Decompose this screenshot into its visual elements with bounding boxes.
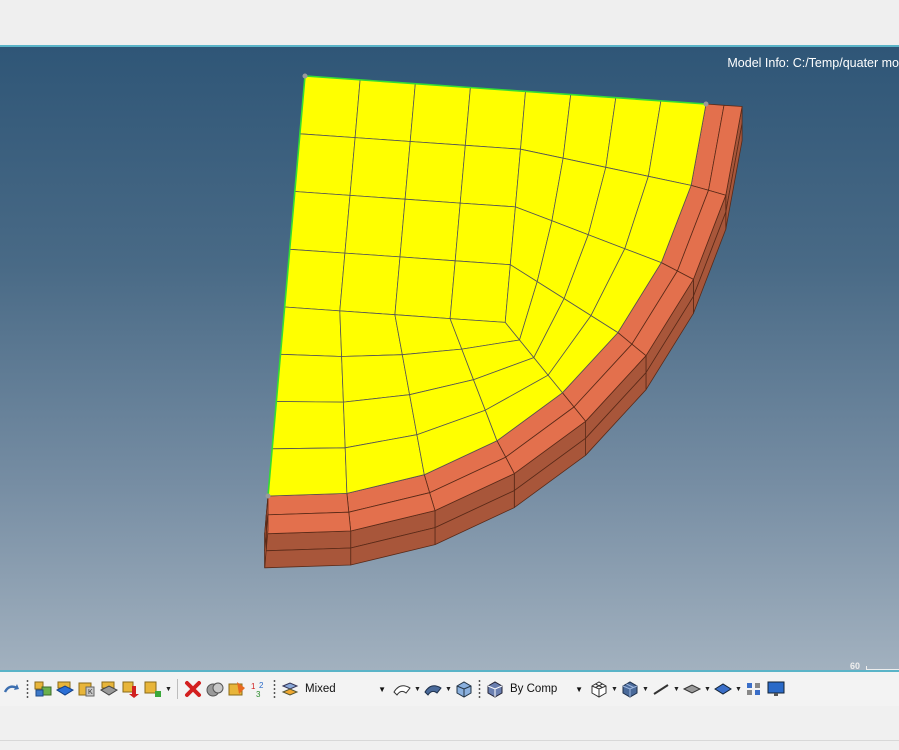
solid-side-face[interactable]	[264, 530, 352, 552]
monitor-icon[interactable]	[766, 678, 786, 700]
solid-top-face[interactable]	[265, 492, 350, 516]
svg-text:K: K	[88, 689, 93, 696]
mesh-model[interactable]	[0, 47, 899, 670]
geometry-solid-icon[interactable]	[423, 678, 443, 700]
shell-element[interactable]	[409, 83, 471, 146]
shell-element[interactable]	[275, 353, 344, 403]
toolbar-divider	[177, 679, 178, 699]
status-divider	[0, 740, 899, 741]
color-mode-dropdown[interactable]: By Comp ▼	[507, 679, 587, 699]
shell-element[interactable]	[289, 191, 351, 254]
shell-element[interactable]	[394, 256, 456, 320]
solid-top-face[interactable]	[264, 511, 352, 535]
shell-element[interactable]	[520, 91, 572, 159]
svg-text:3: 3	[256, 690, 261, 698]
chevron-down-icon[interactable]: ▼	[704, 678, 711, 700]
line-icon[interactable]	[651, 678, 671, 700]
shell-element[interactable]	[267, 447, 348, 497]
toolbar-grip[interactable]	[478, 678, 481, 700]
shading-mode-icon[interactable]	[280, 678, 300, 700]
graphics-viewport[interactable]: Model Info: C:/Temp/quater mo 60	[0, 45, 899, 672]
chevron-down-icon[interactable]: ▼	[673, 678, 680, 700]
assembly-icon[interactable]: K	[77, 678, 97, 700]
component-gray-icon[interactable]	[99, 678, 119, 700]
display-mode-value: Mixed	[305, 683, 336, 695]
shell-element[interactable]	[271, 401, 346, 450]
svg-text:2: 2	[259, 681, 264, 690]
shell-element[interactable]	[399, 198, 461, 262]
shell-element[interactable]	[454, 202, 516, 266]
scale-icon[interactable]	[744, 678, 764, 700]
scale-bar	[866, 666, 899, 670]
shell-element[interactable]	[459, 144, 521, 208]
shell-element[interactable]	[464, 87, 526, 150]
shell-element[interactable]	[344, 194, 406, 258]
vertex-point[interactable]	[302, 73, 308, 79]
chevron-down-icon[interactable]: ▼	[611, 678, 618, 700]
status-bar	[0, 706, 899, 750]
hide-elements-icon[interactable]	[143, 678, 163, 700]
shell-element[interactable]	[349, 137, 411, 200]
model-info-label: Model Info: C:/Temp/quater mo	[727, 56, 899, 70]
shell-element[interactable]	[299, 75, 361, 138]
shell-element[interactable]	[339, 252, 401, 316]
color-by-comp-icon[interactable]	[485, 678, 505, 700]
shell-element[interactable]	[339, 310, 403, 357]
shell-element[interactable]	[404, 141, 466, 204]
toolbar-grip[interactable]	[273, 678, 276, 700]
components-icon[interactable]	[33, 678, 53, 700]
chevron-down-icon: ▼	[378, 684, 386, 694]
shell-element[interactable]	[449, 260, 511, 323]
bottom-toolbar: K ▼ 123 Mixed ▼ ▼ ▼ By Comp ▼ ▼ ▼ ▼ ▼ ▼	[0, 672, 899, 706]
shell-element[interactable]	[354, 79, 416, 142]
chevron-down-icon[interactable]: ▼	[735, 678, 742, 700]
rotate-arrow-icon[interactable]	[2, 678, 22, 700]
component-blue-icon[interactable]	[55, 678, 75, 700]
unmask-icon[interactable]	[227, 678, 247, 700]
chevron-down-icon[interactable]: ▼	[414, 678, 421, 700]
vertex-point[interactable]	[703, 101, 709, 107]
mesh-shaded-icon[interactable]	[620, 678, 640, 700]
top-panel	[0, 0, 899, 45]
numbering-icon[interactable]: 123	[249, 678, 269, 700]
delete-icon[interactable]	[183, 678, 203, 700]
chevron-down-icon[interactable]: ▼	[165, 678, 172, 700]
show-elements-icon[interactable]	[121, 678, 141, 700]
display-mode-dropdown[interactable]: Mixed ▼	[302, 679, 390, 699]
shell-mesh-layer[interactable]	[265, 73, 709, 499]
scale-label: 60	[850, 661, 861, 671]
shell-element[interactable]	[284, 248, 346, 312]
mask-icon[interactable]	[205, 678, 225, 700]
shell-element[interactable]	[294, 133, 356, 196]
chevron-down-icon[interactable]: ▼	[642, 678, 649, 700]
mesh-wireframe-icon[interactable]	[589, 678, 609, 700]
chevron-down-icon: ▼	[575, 684, 583, 694]
feature-icon[interactable]	[713, 678, 733, 700]
toolbar-grip[interactable]	[26, 678, 29, 700]
solid-side-face[interactable]	[264, 547, 352, 569]
geometry-surface-icon[interactable]	[392, 678, 412, 700]
chevron-down-icon[interactable]: ▼	[445, 678, 452, 700]
vertex-point[interactable]	[265, 493, 271, 499]
plane-icon[interactable]	[682, 678, 702, 700]
shell-element[interactable]	[341, 354, 411, 403]
element-solid-icon[interactable]	[454, 678, 474, 700]
shell-element[interactable]	[280, 306, 343, 357]
color-mode-value: By Comp	[510, 683, 558, 695]
